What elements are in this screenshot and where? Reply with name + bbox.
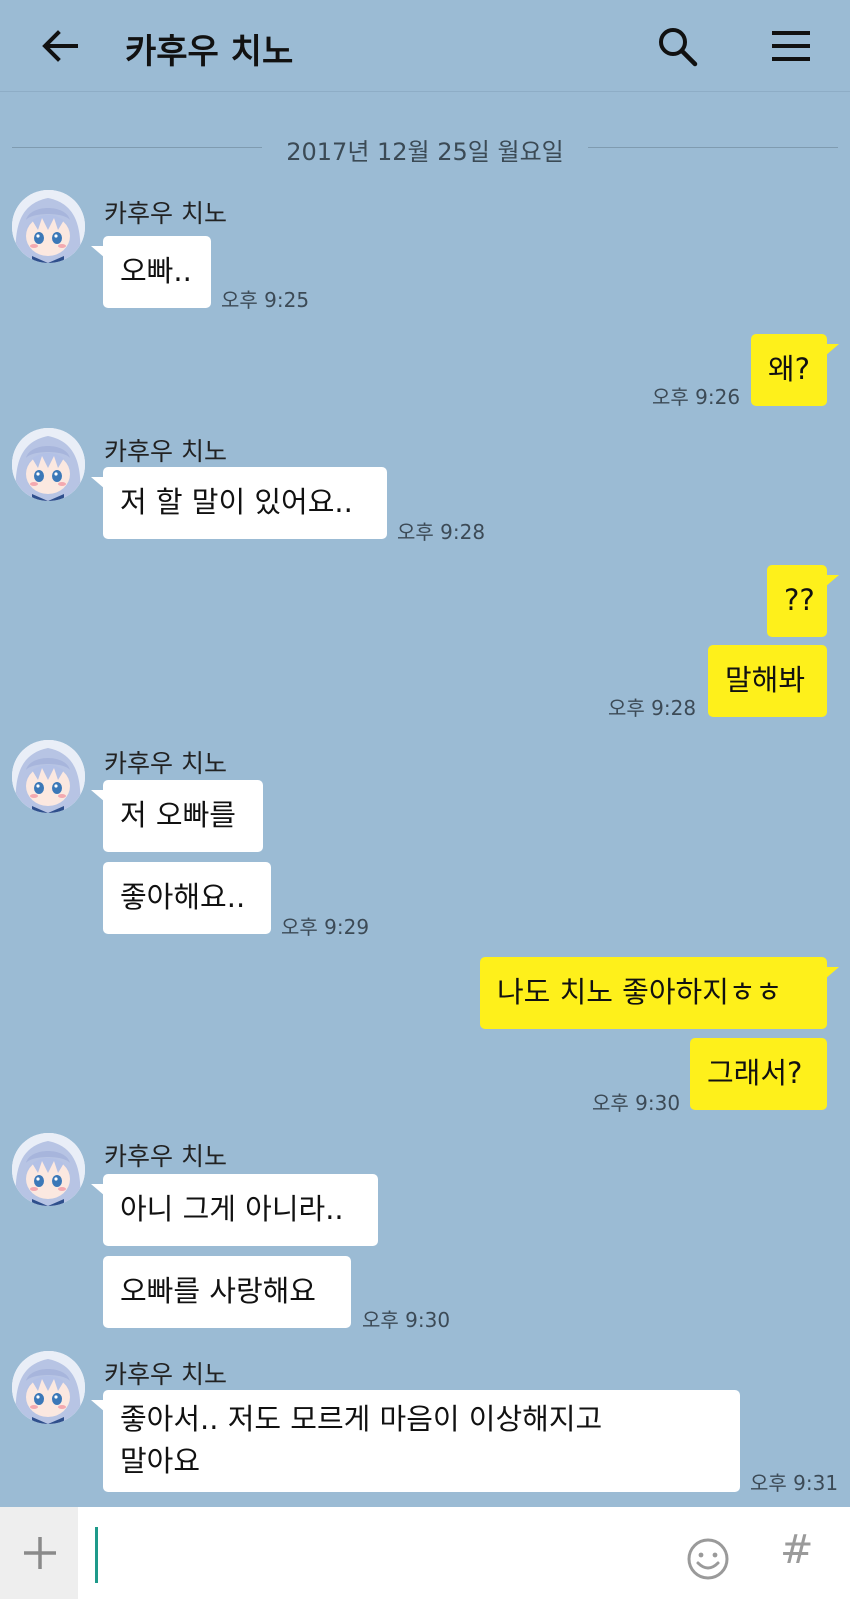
bubble-tail (91, 1184, 105, 1196)
message-text: 좋아해요.. (120, 880, 246, 914)
incoming-message-bubble[interactable]: 좋아서.. 저도 모르게 마음이 이상해지고 말아요 (91, 1390, 740, 1492)
message-time: 오후 9:30 (592, 1091, 681, 1115)
incoming-message-bubble[interactable]: 저 할 말이 있어요.. (91, 467, 387, 539)
sender-name: 카후우 치노 (104, 1360, 227, 1389)
avatar[interactable] (12, 1351, 85, 1424)
message-time: 오후 9:25 (221, 288, 310, 312)
sender-name: 카후우 치노 (104, 437, 227, 466)
hashtag-search-button[interactable]: # (780, 1527, 814, 1573)
bubble-tail (91, 246, 105, 258)
bubble-tail (825, 575, 839, 587)
bubble-tail (825, 967, 839, 979)
outgoing-message-bubble[interactable]: 말해봐 (708, 645, 827, 717)
message-text: 저 오빠를 (120, 798, 236, 832)
message-time: 오후 9:29 (281, 915, 370, 939)
plus-icon[interactable] (22, 1535, 58, 1571)
message-text-line: 말아요 (120, 1444, 201, 1478)
message-text: 왜? (768, 352, 811, 386)
message-text: 그래서? (707, 1056, 803, 1090)
arrow-left-icon[interactable] (40, 26, 80, 66)
sender-name: 카후우 치노 (104, 199, 227, 228)
search-icon[interactable] (655, 24, 699, 68)
message-text: ?? (784, 583, 815, 617)
bubble-tail (91, 1400, 105, 1412)
outgoing-message-bubble[interactable]: 나도 치노 좋아하지ㅎㅎ (480, 957, 839, 1029)
emoji-icon[interactable] (686, 1537, 730, 1581)
message-text: 말해봐 (725, 663, 806, 697)
bubble-tail (91, 790, 105, 802)
date-separator: 2017년 12월 25일 월요일 (12, 130, 838, 166)
message-text: 오빠를 사랑해요 (120, 1274, 316, 1308)
message-time: 오후 9:31 (750, 1471, 839, 1495)
bubble-tail (825, 344, 839, 356)
date-label: 2017년 12월 25일 월요일 (286, 138, 564, 166)
message-text-line: 좋아서.. 저도 모르게 마음이 이상해지고 (120, 1402, 603, 1436)
message-time: 오후 9:28 (608, 696, 697, 720)
outgoing-message-bubble[interactable]: ?? (767, 565, 839, 637)
message-text: 저 할 말이 있어요.. (120, 485, 353, 519)
incoming-message-bubble[interactable]: 아니 그게 아니라.. (91, 1174, 378, 1246)
message-time: 오후 9:26 (652, 385, 741, 409)
message-input[interactable] (95, 1527, 98, 1583)
incoming-message-bubble[interactable]: 좋아해요.. (103, 862, 271, 934)
message-text: 오빠.. (120, 254, 192, 288)
sender-name: 카후우 치노 (104, 1142, 227, 1171)
incoming-message-bubble[interactable]: 오빠.. (91, 236, 211, 308)
message-input-bar: # (0, 1507, 850, 1599)
incoming-message-bubble[interactable]: 오빠를 사랑해요 (103, 1256, 351, 1328)
divider (588, 147, 838, 148)
message-text: 나도 치노 좋아하지ㅎㅎ (497, 975, 783, 1009)
avatar[interactable] (12, 428, 85, 501)
incoming-message-bubble[interactable]: 저 오빠를 (91, 780, 263, 852)
outgoing-message-bubble[interactable]: 그래서? (690, 1038, 827, 1110)
chat-header: 카후우 치노 (0, 0, 850, 92)
message-time: 오후 9:28 (397, 520, 486, 544)
hamburger-menu-icon[interactable] (770, 26, 812, 66)
avatar[interactable] (12, 1133, 85, 1206)
attach-button[interactable] (0, 1507, 78, 1599)
avatar[interactable] (12, 190, 85, 263)
message-time: 오후 9:30 (362, 1308, 451, 1332)
sender-name: 카후우 치노 (104, 749, 227, 778)
message-text: 아니 그게 아니라.. (120, 1192, 344, 1226)
avatar[interactable] (12, 740, 85, 813)
outgoing-message-bubble[interactable]: 왜? (751, 334, 839, 406)
chat-title: 카후우 치노 (125, 32, 294, 72)
bubble-tail (91, 477, 105, 489)
